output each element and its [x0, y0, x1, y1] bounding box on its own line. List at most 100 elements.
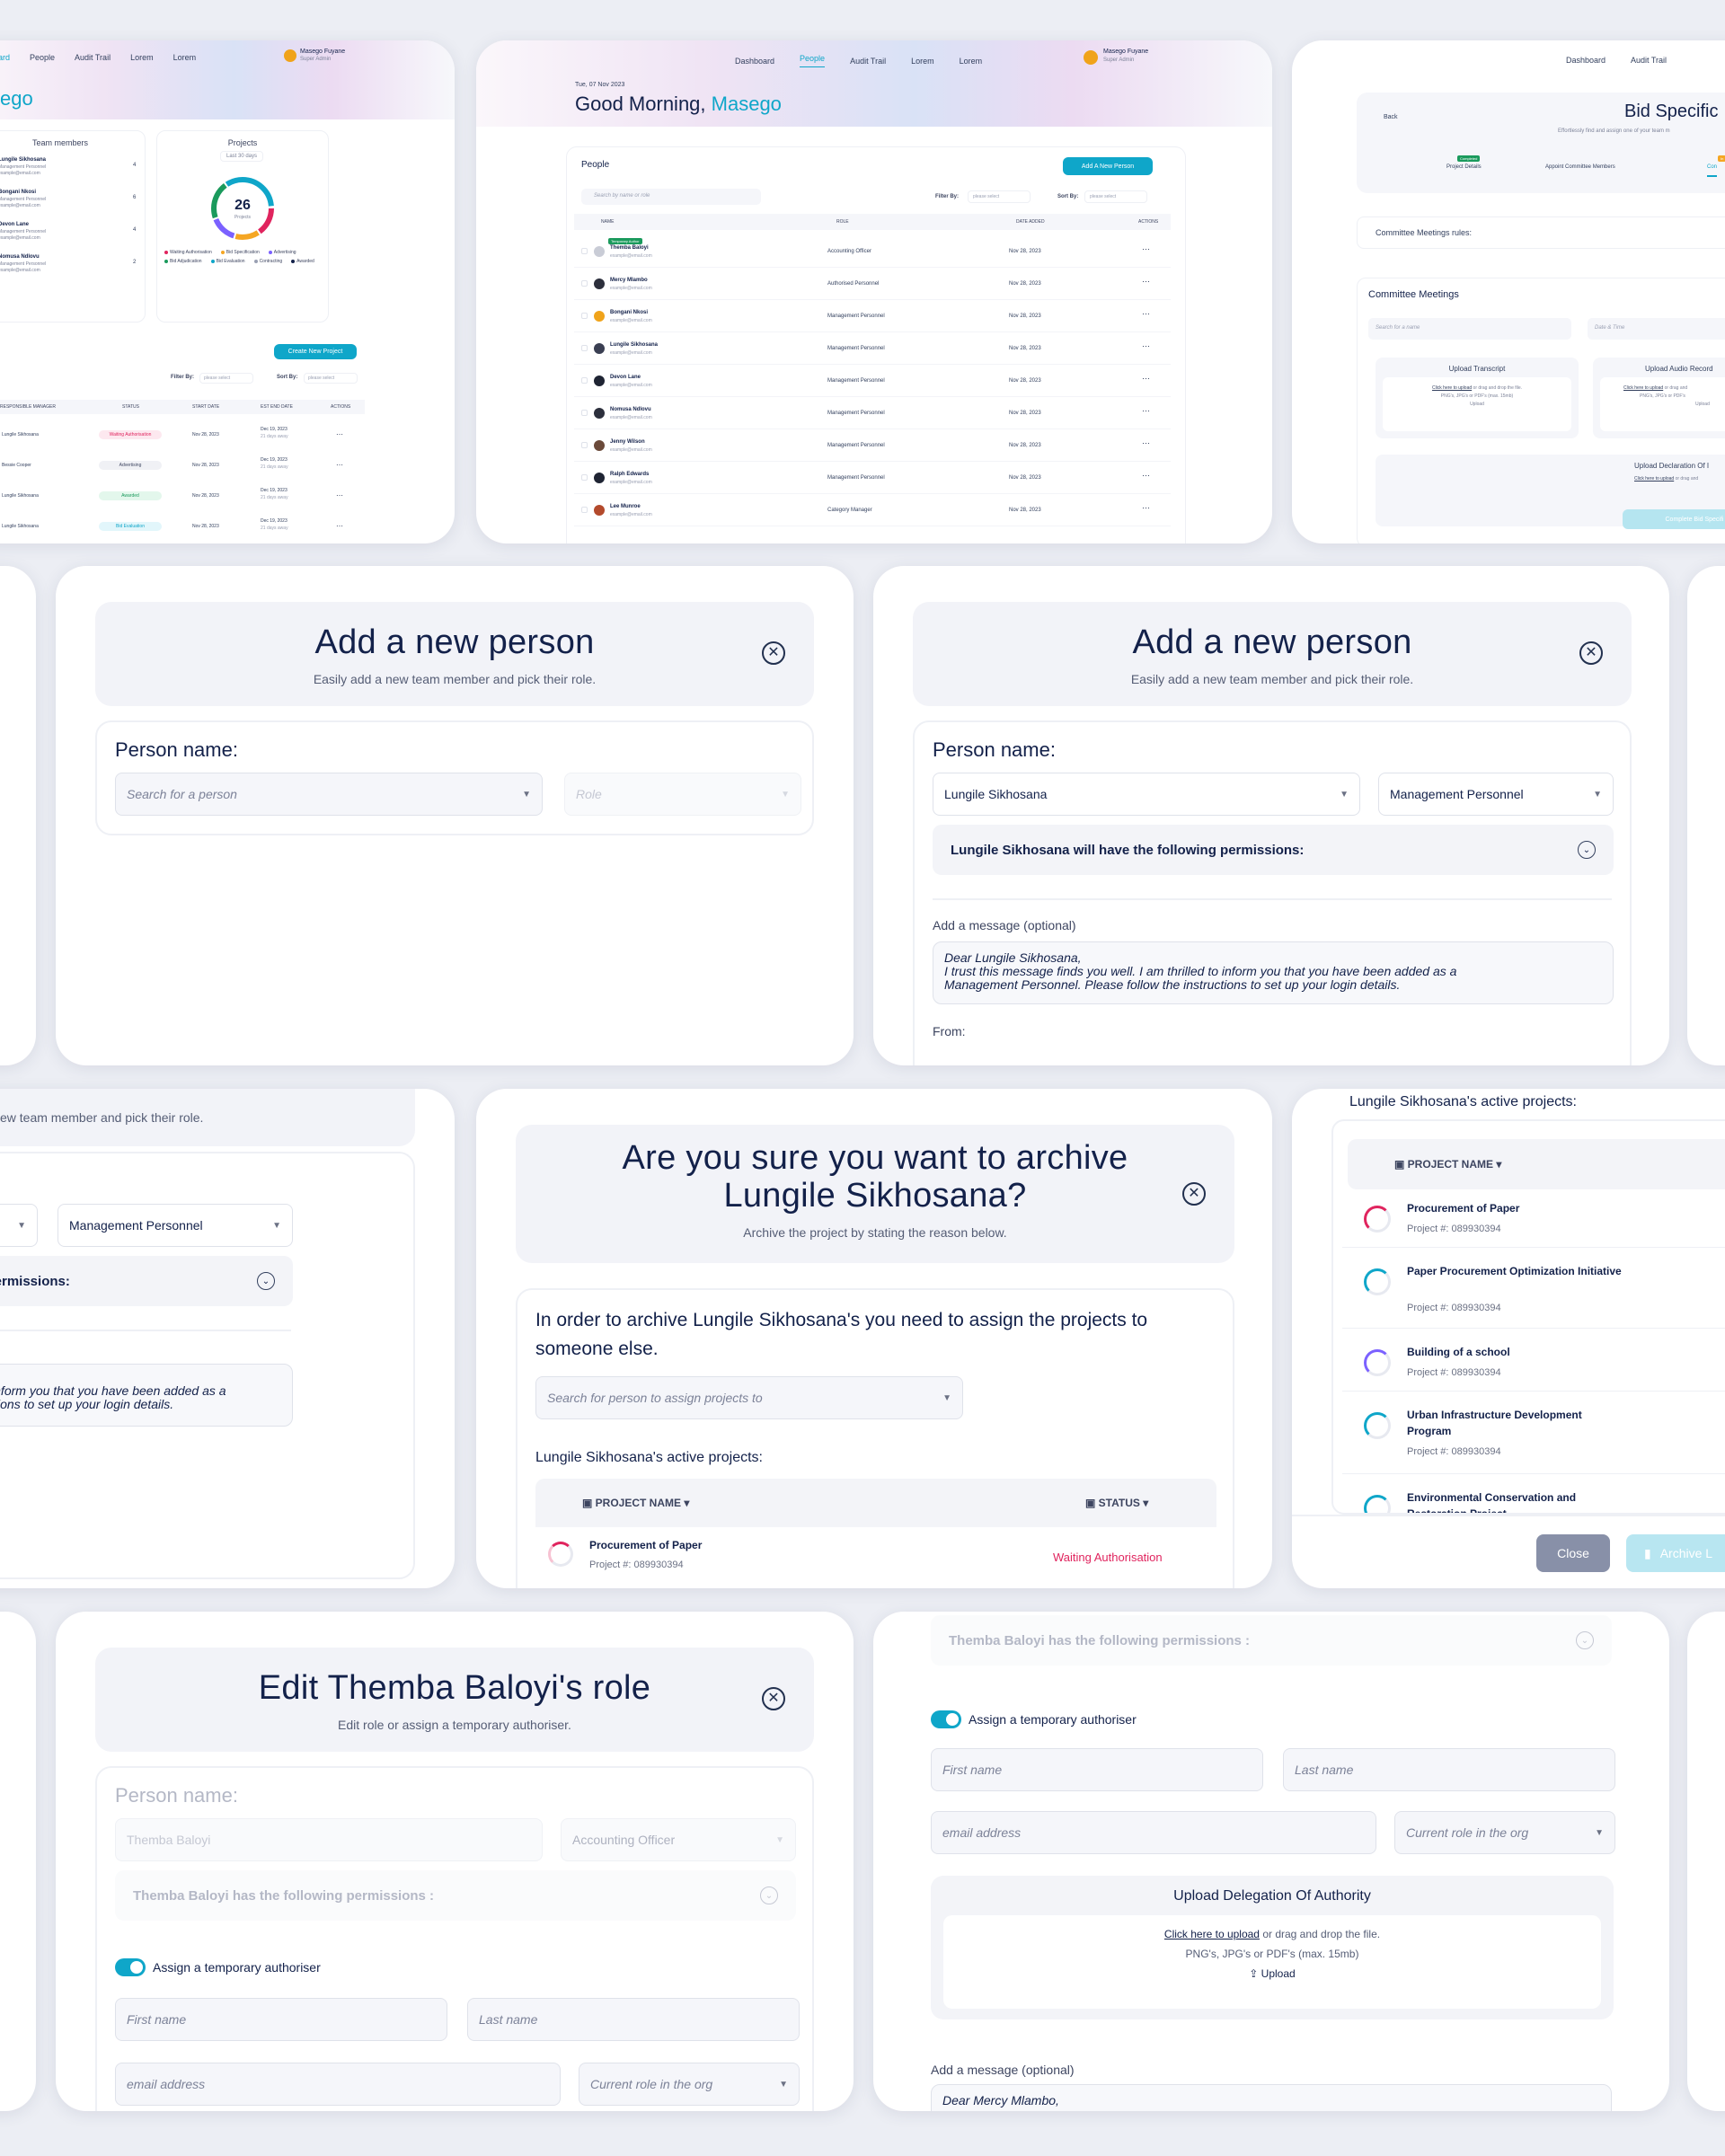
permissions-accordion[interactable]: ng permissions: ⌄: [0, 1256, 293, 1306]
actions-icon[interactable]: ⋯: [1142, 438, 1150, 448]
actions-icon[interactable]: ⋯: [1142, 471, 1150, 481]
nav-audit-trail[interactable]: Audit Trail: [75, 53, 111, 62]
meetings-search[interactable]: Search for a name: [1368, 318, 1571, 340]
table-row[interactable]: Ralph Edwards example@email.com Management…: [574, 464, 1171, 494]
col-role[interactable]: ROLE: [836, 219, 849, 225]
row-checkbox[interactable]: [581, 377, 588, 384]
message-textarea[interactable]: Dear Lungile Sikhosana, I trust this mes…: [933, 941, 1614, 1004]
filter-select[interactable]: please select: [199, 373, 253, 384]
actions-icon[interactable]: ⋯: [1142, 277, 1150, 287]
date-range-select[interactable]: Last 30 days: [220, 151, 264, 162]
nav-dashboard[interactable]: ard: [0, 53, 10, 62]
avatar[interactable]: [284, 49, 296, 62]
nav-lorem[interactable]: Lorem: [130, 53, 154, 62]
upload-button[interactable]: Upload: [1470, 402, 1484, 407]
role-select[interactable]: Role ▼: [564, 773, 801, 816]
first-name-input[interactable]: First name: [115, 1998, 447, 2041]
person-select[interactable]: Lungile Sikhosana ▼: [933, 773, 1360, 816]
upload-button[interactable]: ⇪ Upload: [1249, 1967, 1295, 1980]
row-checkbox[interactable]: [581, 410, 588, 416]
close-button[interactable]: Close: [1536, 1534, 1610, 1572]
table-row[interactable]: Jenny Wilson example@email.com Management …: [574, 431, 1171, 462]
person-search-select[interactable]: Search for a person ▼: [115, 773, 543, 816]
add-person-button[interactable]: Add A New Person: [1063, 157, 1153, 175]
nav-lorem[interactable]: Lorem: [911, 57, 934, 66]
project-name[interactable]: Procurement of Paper: [1407, 1200, 1623, 1216]
first-name-input[interactable]: First name: [931, 1748, 1263, 1791]
permissions-accordion[interactable]: Lungile Sikhosana will have the followin…: [933, 825, 1614, 875]
table-row[interactable]: Lungile Sikhosana example@email.com Manage…: [574, 334, 1171, 365]
row-checkbox[interactable]: [581, 345, 588, 351]
row-checkbox[interactable]: [581, 248, 588, 254]
col-status[interactable]: STATUS: [122, 404, 139, 410]
col-end[interactable]: EST END DATE: [261, 404, 293, 410]
table-row[interactable]: Mercy Mlambo example@email.com Authorised …: [574, 270, 1171, 300]
rules-field[interactable]: Committee Meetings rules:: [1357, 216, 1725, 249]
table-row[interactable]: Temporary Author Themba Baloyi example@ema…: [574, 237, 1171, 268]
project-name[interactable]: Paper Procurement Optimization Initiativ…: [1407, 1263, 1623, 1279]
team-member-name[interactable]: Lungile Sikhosana: [0, 157, 46, 163]
upload-button[interactable]: Upload: [1695, 402, 1710, 407]
table-row[interactable]: Lungile Sikhosana Waiting Authorisation No…: [0, 423, 365, 450]
nav-audit-trail[interactable]: Audit Trail: [1631, 56, 1667, 65]
actions-icon[interactable]: ⋯: [1142, 503, 1150, 513]
team-member-name[interactable]: Nomusa Ndlovu: [0, 254, 40, 260]
table-row[interactable]: Bongani Nkosi example@email.com Management…: [574, 302, 1171, 332]
actions-icon[interactable]: ⋯: [336, 430, 343, 438]
step-appoint-members[interactable]: Appoint Committee Members: [1545, 164, 1615, 170]
row-checkbox[interactable]: [581, 313, 588, 319]
table-row[interactable]: Devon Lane example@email.com Management Pe…: [574, 367, 1171, 397]
table-row[interactable]: Bessie Cooper Advertising Nov 28, 2023 Dec …: [0, 454, 365, 481]
role-select[interactable]: Management Personnel ▼: [1378, 773, 1614, 816]
email-input[interactable]: email address: [115, 2063, 561, 2106]
actions-icon[interactable]: ⋯: [336, 522, 343, 530]
actions-icon[interactable]: ⋯: [336, 491, 343, 499]
col-manager[interactable]: RESPONSIBLE MANAGER: [0, 404, 56, 410]
nav-people[interactable]: People: [30, 53, 55, 62]
table-row[interactable]: Nomusa Ndlovu example@email.com Management…: [574, 399, 1171, 429]
complete-bid-button[interactable]: Complete Bid Specifi: [1623, 509, 1725, 529]
upload-link[interactable]: Click here to upload: [1432, 385, 1472, 391]
actions-icon[interactable]: ⋯: [1142, 374, 1150, 384]
person-select[interactable]: ▼: [0, 1204, 38, 1247]
upload-link[interactable]: Click here to upload: [1623, 385, 1663, 391]
project-name[interactable]: Building of a school: [1407, 1344, 1623, 1360]
team-member-name[interactable]: Bongani Nkosi: [0, 190, 36, 195]
row-checkbox[interactable]: [581, 280, 588, 287]
upload-dropzone[interactable]: Click here to upload or drag and drop th…: [943, 1915, 1601, 2009]
nav-dashboard[interactable]: Dashboard: [1566, 56, 1606, 65]
step-project-details[interactable]: Completed Project Details: [1446, 155, 1482, 170]
nav-lorem-2[interactable]: Lorem: [960, 57, 983, 66]
sort-select[interactable]: please select: [1084, 190, 1147, 203]
nav-audit-trail[interactable]: Audit Trail: [850, 57, 886, 66]
upload-link[interactable]: Click here to upload or drag and: [1634, 476, 1698, 482]
actions-icon[interactable]: ⋯: [1142, 244, 1150, 254]
message-textarea[interactable]: Dear Mercy Mlambo,: [931, 2084, 1612, 2111]
close-icon[interactable]: ✕: [762, 641, 785, 665]
nav-dashboard[interactable]: Dashboard: [735, 57, 774, 66]
email-input[interactable]: email address: [931, 1811, 1376, 1854]
upload-link[interactable]: Click here to upload: [1164, 1928, 1260, 1940]
table-row[interactable]: Lungile Sikhosana Bid Evaluation Nov 28, 2…: [0, 515, 365, 542]
last-name-input[interactable]: Last name: [467, 1998, 800, 2041]
filter-select[interactable]: please select: [968, 190, 1031, 203]
archive-button[interactable]: ▮ Archive L: [1626, 1534, 1725, 1572]
avatar[interactable]: [1084, 50, 1098, 65]
row-checkbox[interactable]: [581, 442, 588, 448]
step-current[interactable]: In Con: [1707, 155, 1725, 177]
actions-icon[interactable]: ⋯: [1142, 341, 1150, 351]
upload-dropzone[interactable]: Click here to upload or drag and PNG's, …: [1600, 377, 1725, 431]
close-icon[interactable]: ✕: [762, 1687, 785, 1710]
col-project-name[interactable]: ▣ PROJECT NAME ▾: [1394, 1158, 1501, 1171]
current-role-select[interactable]: Current role in the org ▼: [1394, 1811, 1615, 1854]
assign-person-select[interactable]: Search for person to assign projects to ▼: [535, 1376, 963, 1419]
create-project-button[interactable]: Create New Project: [274, 344, 357, 359]
message-textarea[interactable]: ed to inform you that you have been adde…: [0, 1364, 293, 1427]
col-status[interactable]: ▣ STATUS ▾: [1085, 1497, 1148, 1509]
actions-icon[interactable]: ⋯: [336, 461, 343, 469]
role-select[interactable]: Management Personnel ▼: [58, 1204, 293, 1247]
table-row[interactable]: Lee Munroe example@email.com Category Mana…: [574, 496, 1171, 526]
col-start[interactable]: START DATE: [192, 404, 219, 410]
close-icon[interactable]: ✕: [1182, 1182, 1206, 1206]
meetings-date[interactable]: Date & Time: [1588, 318, 1725, 340]
